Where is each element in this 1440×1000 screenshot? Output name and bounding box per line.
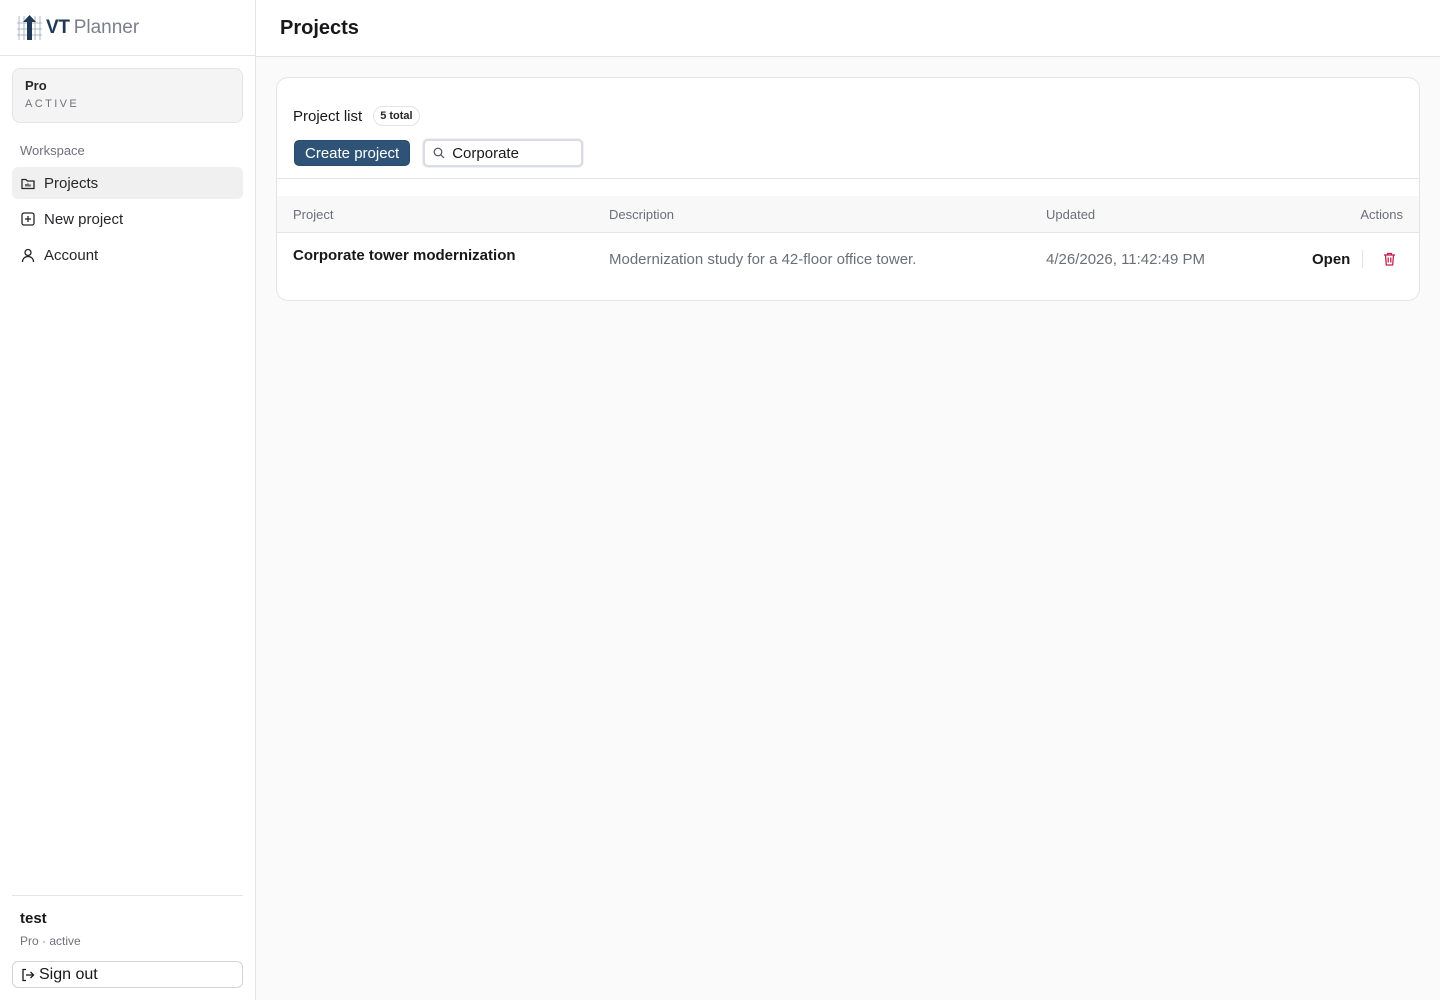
brand-vt: VT — [46, 16, 70, 38]
sign-out-icon — [20, 967, 36, 983]
table-header: Project Description Updated Actions — [277, 196, 1419, 233]
brand[interactable]: VT Planner — [0, 0, 255, 56]
trash-icon — [1383, 252, 1395, 266]
plan-card: Pro ACTIVE — [12, 68, 243, 123]
user-block: test Pro · active — [12, 895, 243, 948]
brand-planner: Planner — [73, 16, 140, 38]
column-header-actions: Actions — [1360, 206, 1403, 222]
sidebar-item-label: Account — [44, 246, 99, 264]
project-list-card: Project list 5 total Create project Proj… — [276, 77, 1420, 301]
sidebar-item-account[interactable]: Account — [12, 239, 243, 271]
sidebar-item-label: New project — [44, 210, 124, 228]
sidebar-item-label: Projects — [44, 174, 99, 192]
user-icon — [20, 247, 36, 263]
create-project-button[interactable]: Create project — [294, 140, 411, 166]
total-badge: 5 total — [373, 106, 420, 126]
sidebar-item-new-project[interactable]: New project — [12, 203, 243, 235]
delete-project-button[interactable] — [1380, 250, 1398, 268]
workspace-label: Workspace — [20, 143, 85, 158]
sign-out-button[interactable]: Sign out — [12, 961, 243, 988]
column-header-description: Description — [609, 206, 675, 222]
sidebar-nav: Projects New project Account — [12, 167, 243, 275]
project-list-title: Project list — [293, 107, 363, 125]
search-icon — [433, 147, 445, 159]
action-divider — [1362, 250, 1363, 268]
folder-icon — [20, 175, 36, 191]
top-bar: Projects — [256, 0, 1440, 57]
plan-name: Pro — [25, 78, 47, 93]
project-description: Modernization study for a 42-floor offic… — [609, 251, 917, 268]
card-header: Project list 5 total Create project — [277, 78, 1419, 179]
column-header-project: Project — [293, 206, 334, 222]
open-project-button[interactable]: Open — [1312, 251, 1350, 268]
plan-status: ACTIVE — [25, 98, 80, 110]
project-updated: 4/26/2026, 11:42:49 PM — [1046, 251, 1206, 268]
project-toolbar: Create project — [293, 139, 1403, 167]
user-name: test — [20, 910, 47, 927]
search-box[interactable] — [423, 139, 584, 167]
sidebar: VT Planner Pro ACTIVE Workspace Projects — [0, 0, 256, 1000]
sign-out-label: Sign out — [39, 965, 98, 983]
table-row: Corporate tower modernization Modernizat… — [277, 233, 1419, 285]
search-input[interactable] — [452, 144, 573, 162]
column-header-updated: Updated — [1046, 206, 1096, 222]
user-subtitle: Pro · active — [20, 934, 81, 948]
project-name[interactable]: Corporate tower modernization — [293, 247, 516, 264]
logo-icon — [17, 15, 42, 40]
page-title: Projects — [280, 16, 359, 39]
sidebar-item-projects[interactable]: Projects — [12, 167, 243, 199]
plus-square-icon — [20, 211, 36, 227]
